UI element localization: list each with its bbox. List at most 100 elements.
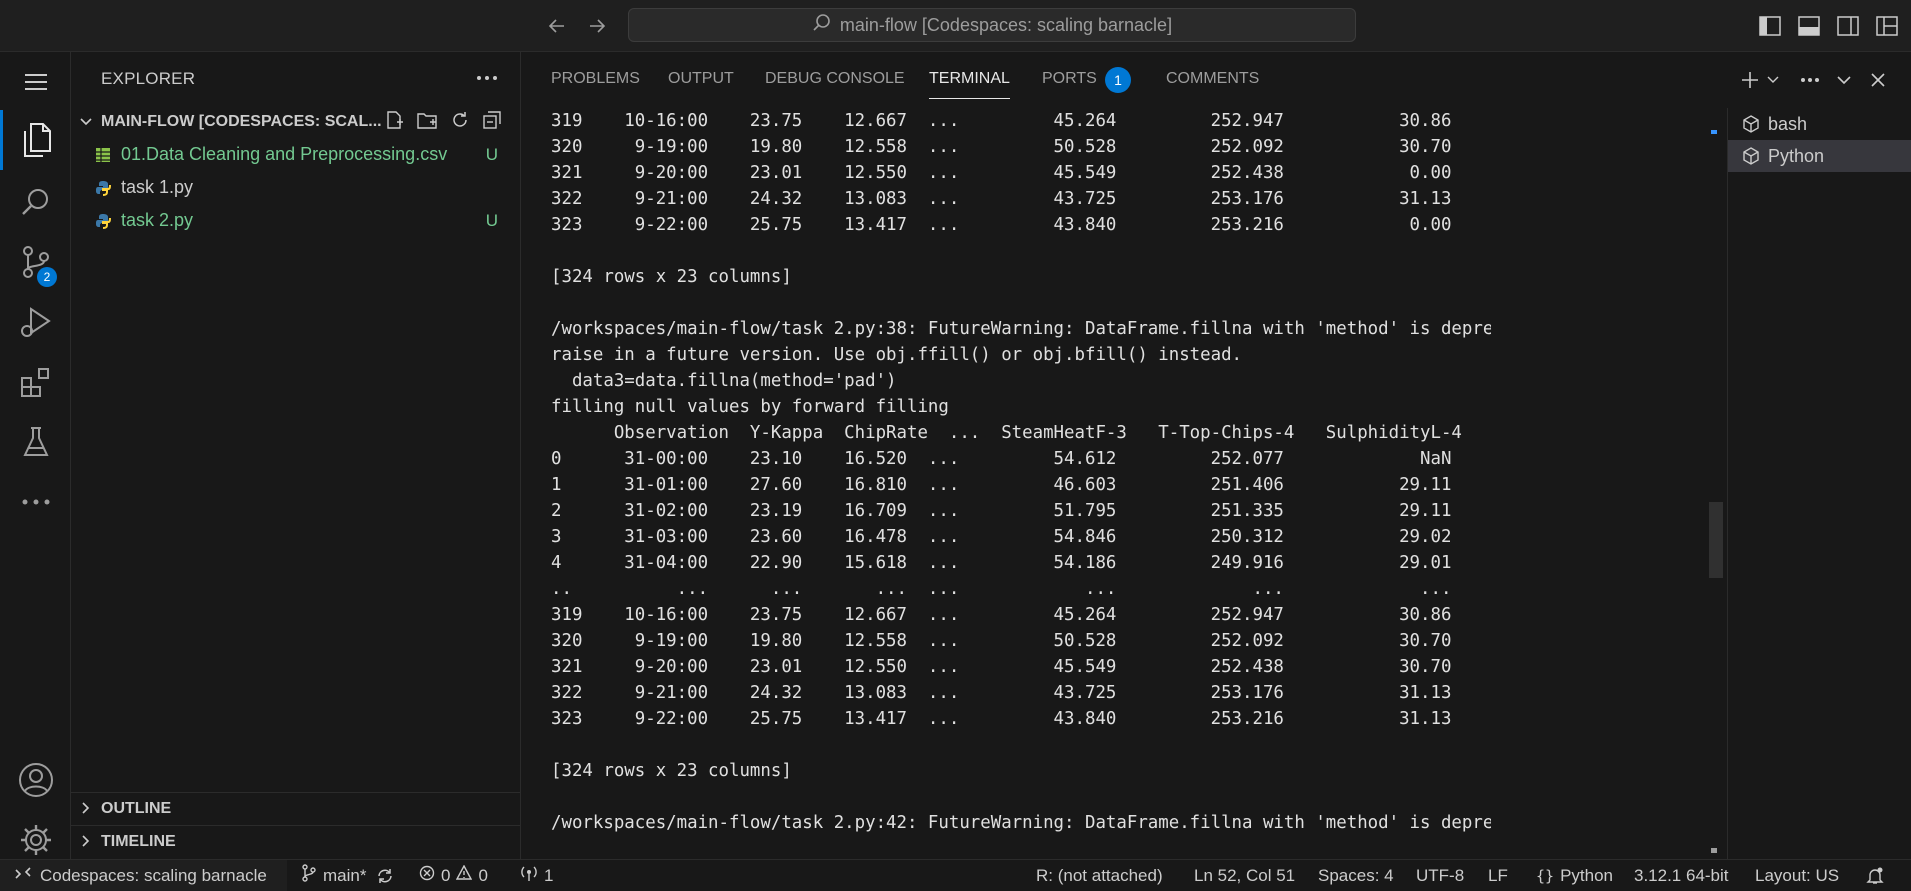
- terminal-line: Observation Y-Kappa ChipRate ... SteamHe…: [551, 423, 1462, 443]
- tab-debug-console[interactable]: DEBUG CONSOLE: [765, 70, 905, 98]
- terminal-cube-icon: [1742, 115, 1760, 133]
- divider: [71, 825, 520, 826]
- chevron-down-icon: [71, 114, 101, 130]
- search-icon[interactable]: [0, 172, 71, 232]
- branch-indicator[interactable]: main*: [301, 860, 366, 891]
- git-branch-icon: [301, 864, 317, 887]
- ports-count: 1: [544, 865, 554, 885]
- close-icon[interactable]: [1861, 64, 1895, 96]
- toggle-panel-icon[interactable]: [1796, 13, 1822, 39]
- search-icon: [812, 13, 832, 38]
- tab-problems[interactable]: PROBLEMS: [551, 70, 640, 98]
- run-debug-icon[interactable]: [0, 292, 71, 352]
- menu-icon[interactable]: [0, 52, 71, 112]
- file-item-task1[interactable]: task 1.py: [71, 171, 520, 204]
- terminal-line: 323 9-22:00 25.75 13.417 ... 43.840 253.…: [551, 215, 1452, 235]
- keyboard-layout[interactable]: Layout: US: [1755, 860, 1839, 891]
- sync-icon[interactable]: [376, 860, 394, 891]
- notifications-bell-icon[interactable]: [1866, 860, 1884, 891]
- outline-label: OUTLINE: [101, 800, 172, 817]
- terminal-list: bash Python: [1727, 108, 1911, 859]
- extensions-icon[interactable]: [0, 352, 71, 412]
- python-interpreter[interactable]: 3.12.1 64-bit: [1634, 860, 1729, 891]
- terminal-line: 321 9-20:00 23.01 12.550 ... 45.549 252.…: [551, 657, 1452, 677]
- explorer-icon[interactable]: [0, 110, 71, 170]
- remote-indicator[interactable]: Codespaces: scaling barnacle: [0, 860, 287, 891]
- cursor-position[interactable]: Ln 52, Col 51: [1194, 860, 1295, 891]
- r-debugger-status[interactable]: R: (not attached): [1036, 860, 1163, 891]
- error-count: 0: [441, 865, 451, 885]
- timeline-section[interactable]: TIMELINE: [71, 827, 520, 857]
- tab-comments[interactable]: COMMENTS: [1166, 70, 1259, 98]
- tab-ports[interactable]: PORTS: [1042, 70, 1097, 98]
- end-of-line[interactable]: LF: [1488, 860, 1508, 891]
- encoding[interactable]: UTF-8: [1416, 860, 1464, 891]
- more-actions-icon[interactable]: [476, 64, 498, 87]
- python-file-icon: [95, 212, 111, 230]
- braces-icon: {}: [1536, 866, 1555, 885]
- chevron-down-icon[interactable]: [1763, 64, 1783, 96]
- source-control-badge: 2: [37, 267, 57, 287]
- terminal-line: /workspaces/main-flow/task 2.py:42: Futu…: [551, 813, 1491, 833]
- language-mode[interactable]: {} Python: [1536, 860, 1613, 891]
- terminal-item-bash[interactable]: bash: [1728, 108, 1911, 140]
- terminal-line: 321 9-20:00 23.01 12.550 ... 45.549 252.…: [551, 163, 1452, 183]
- forward-arrow-icon[interactable]: [583, 12, 611, 40]
- terminal-line: 0 31-00:00 23.10 16.520 ... 54.612 252.0…: [551, 449, 1452, 469]
- terminal-line: raise in a future version. Use obj.ffill…: [551, 345, 1243, 365]
- terminal-item-python[interactable]: Python: [1728, 140, 1911, 172]
- toggle-secondary-sidebar-icon[interactable]: [1835, 13, 1861, 39]
- new-folder-icon[interactable]: [416, 110, 438, 135]
- folder-header[interactable]: MAIN-FLOW [CODESPACES: SCAL...: [71, 107, 520, 137]
- ports-badge: 1: [1105, 67, 1131, 93]
- chevron-right-icon: [71, 834, 101, 851]
- terminal-label: bash: [1768, 113, 1808, 134]
- toggle-primary-sidebar-icon[interactable]: [1757, 13, 1783, 39]
- remote-label: Codespaces: scaling barnacle: [40, 865, 267, 885]
- terminal-line: 322 9-21:00 24.32 13.083 ... 43.725 253.…: [551, 189, 1452, 209]
- terminal-line: .. ... ... ... ... ... ... ...: [551, 579, 1452, 599]
- command-center-search[interactable]: main-flow [Codespaces: scaling barnacle]: [628, 8, 1356, 42]
- testing-icon[interactable]: [0, 412, 71, 472]
- timeline-label: TIMELINE: [101, 833, 176, 850]
- problems-indicator[interactable]: 0 0: [419, 860, 488, 891]
- tab-terminal[interactable]: TERMINAL: [929, 70, 1010, 99]
- new-file-icon[interactable]: [384, 110, 404, 135]
- file-item-task2[interactable]: task 2.py U: [71, 204, 520, 237]
- terminal-line: /workspaces/main-flow/task 2.py:38: Futu…: [551, 319, 1491, 339]
- panel-actions: [1737, 64, 1911, 96]
- terminal-line: 319 10-16:00 23.75 12.667 ... 45.264 252…: [551, 111, 1452, 131]
- branch-name: main*: [323, 865, 367, 885]
- status-bar: Codespaces: scaling barnacle main* 0 0 1…: [0, 859, 1911, 891]
- tab-output[interactable]: OUTPUT: [668, 70, 734, 98]
- accounts-icon[interactable]: [0, 750, 71, 810]
- indentation[interactable]: Spaces: 4: [1318, 860, 1394, 891]
- maximize-panel-chevron-icon[interactable]: [1827, 64, 1861, 96]
- customize-layout-icon[interactable]: [1874, 13, 1900, 39]
- outline-section[interactable]: OUTLINE: [71, 794, 520, 824]
- panel-tabs: PROBLEMS OUTPUT DEBUG CONSOLE TERMINAL P…: [521, 52, 1911, 108]
- new-terminal-plus-icon[interactable]: [1737, 64, 1763, 96]
- untracked-status: U: [485, 210, 498, 230]
- more-icon[interactable]: [0, 472, 71, 532]
- back-arrow-icon[interactable]: [543, 12, 571, 40]
- more-actions-icon[interactable]: [1793, 64, 1827, 96]
- terminal-scrollbar[interactable]: [1709, 108, 1723, 859]
- python-file-icon: [95, 179, 111, 197]
- terminal-line: 2 31-02:00 23.19 16.709 ... 51.795 251.3…: [551, 501, 1452, 521]
- command-center-label: main-flow [Codespaces: scaling barnacle]: [839, 14, 1173, 35]
- terminal-line: data3=data.fillna(method='pad'): [551, 371, 897, 391]
- language-label: Python: [1560, 865, 1613, 885]
- file-item-csv[interactable]: 01.Data Cleaning and Preprocessing.csv U: [71, 138, 520, 171]
- refresh-icon[interactable]: [450, 110, 470, 135]
- folder-name: MAIN-FLOW [CODESPACES: SCAL...: [101, 113, 382, 130]
- collapse-all-icon[interactable]: [482, 110, 502, 135]
- terminal-output[interactable]: 319 10-16:00 23.75 12.667 ... 45.264 252…: [551, 108, 1491, 859]
- scrollbar-thumb[interactable]: [1709, 502, 1723, 578]
- source-control-icon[interactable]: 2: [0, 232, 71, 292]
- ports-indicator[interactable]: 1: [520, 860, 553, 891]
- terminal-cube-icon: [1742, 147, 1760, 165]
- warning-count: 0: [478, 865, 488, 885]
